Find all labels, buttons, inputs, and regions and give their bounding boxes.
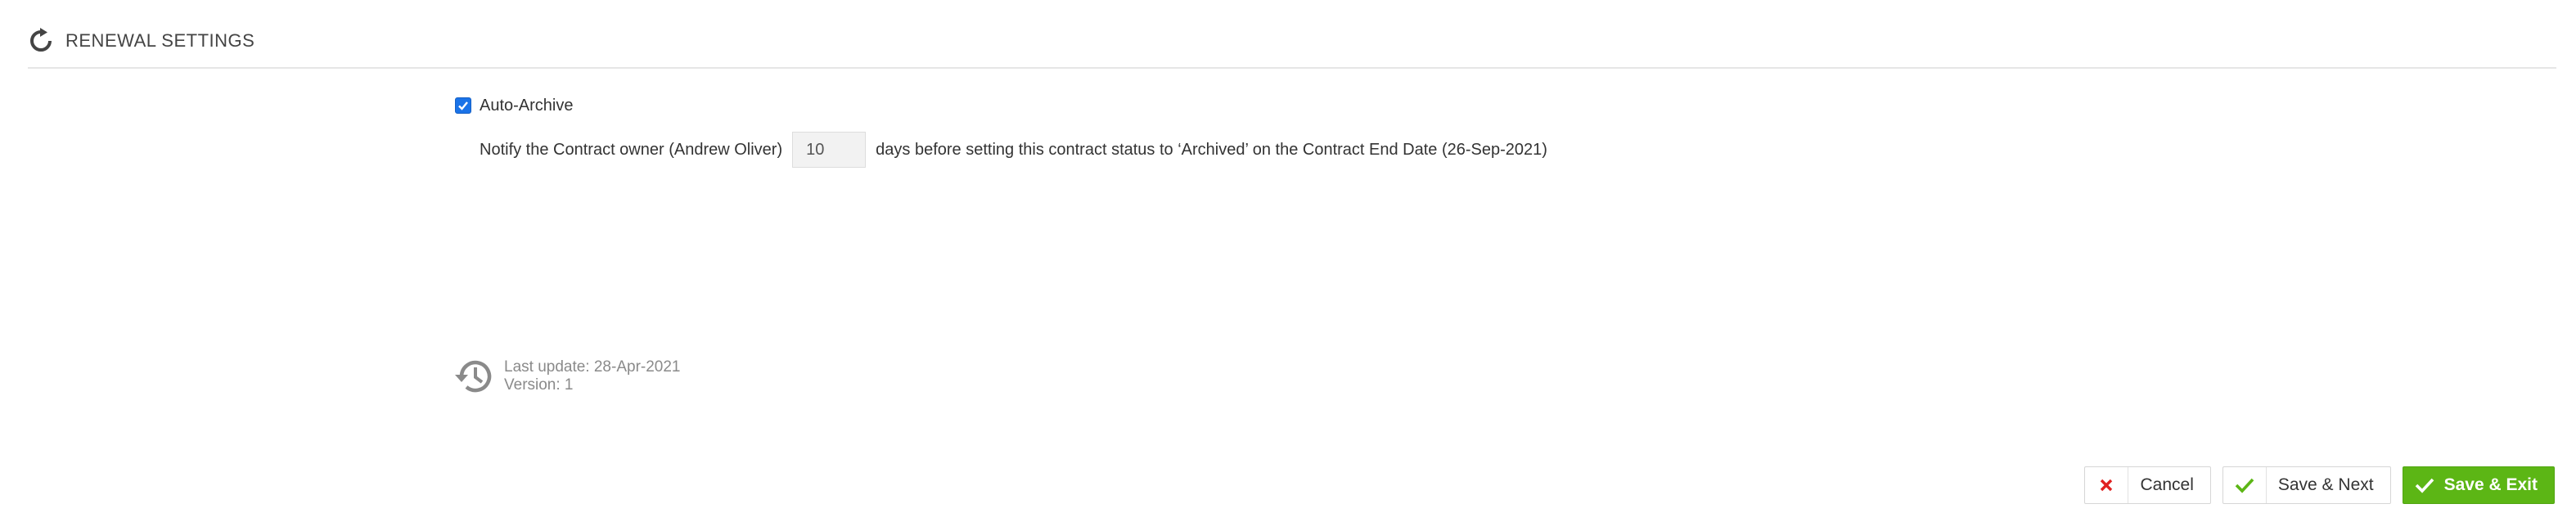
version-text: Version: 1 — [504, 376, 574, 394]
history-icon — [455, 360, 492, 393]
last-update-text: Last update: 28-Apr-2021 Version: 1 — [504, 355, 681, 394]
notify-row: Notify the Contract owner (Andrew Oliver… — [480, 131, 1547, 169]
notify-prefix-text: Notify the Contract owner (Andrew Oliver… — [480, 140, 783, 159]
last-update-info: Last update: 28-Apr-2021 Version: 1 — [453, 355, 681, 398]
renewal-settings-page: RENEWAL SETTINGS Auto-Archive Notify the… — [0, 0, 2576, 531]
check-icon — [2412, 467, 2438, 503]
auto-archive-row: Auto-Archive — [455, 93, 574, 118]
section-header: RENEWAL SETTINGS — [28, 25, 254, 57]
check-icon — [2223, 467, 2267, 503]
refresh-icon — [30, 28, 52, 52]
save-exit-button[interactable]: Save & Exit — [2402, 466, 2555, 504]
notify-suffix-text: days before setting this contract status… — [876, 140, 1547, 159]
cancel-button[interactable]: Cancel — [2084, 466, 2211, 504]
save-next-label: Save & Next — [2277, 475, 2374, 494]
last-update-date: Last update: 28-Apr-2021 — [504, 358, 681, 376]
cancel-label: Cancel — [2140, 475, 2194, 494]
checkmark-icon — [458, 101, 468, 110]
save-next-button[interactable]: Save & Next — [2222, 466, 2391, 504]
save-exit-label: Save & Exit — [2443, 475, 2538, 494]
days-before-value: 10 — [806, 140, 825, 159]
header-divider — [28, 67, 2556, 69]
action-buttons: Cancel Save & Next Save & Exit — [2073, 466, 2555, 504]
section-title: RENEWAL SETTINGS — [65, 30, 255, 51]
close-icon — [2085, 467, 2129, 503]
auto-archive-checkbox[interactable] — [455, 97, 471, 114]
auto-archive-label[interactable]: Auto-Archive — [480, 97, 574, 115]
days-before-input[interactable]: 10 — [792, 132, 867, 168]
